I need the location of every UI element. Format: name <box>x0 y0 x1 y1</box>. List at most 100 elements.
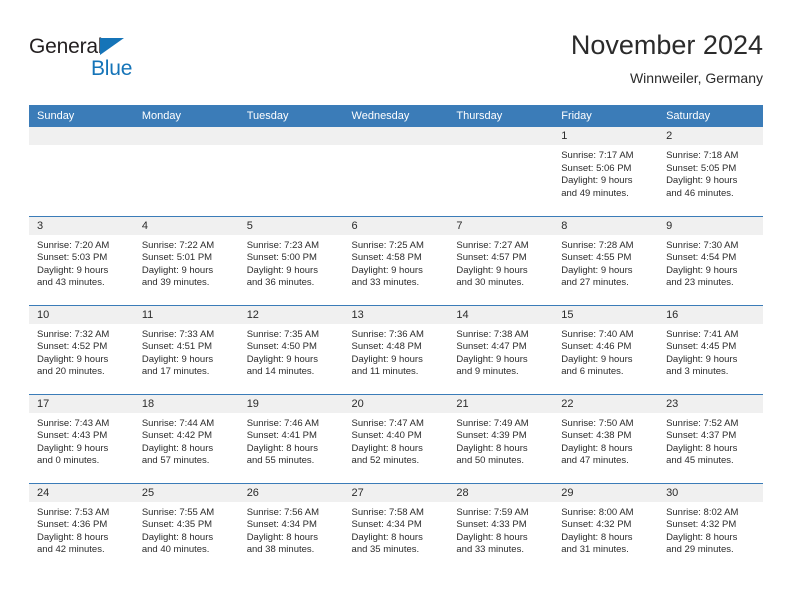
sunset-text: Sunset: 4:48 PM <box>351 341 422 353</box>
calendar-day-cell[interactable]: 17 Sunrise: 7:43 AM Sunset: 4:43 PM Dayligh… <box>29 393 134 483</box>
calendar-day-cell[interactable]: 7 Sunrise: 7:27 AM Sunset: 4:57 PM Daylight… <box>448 215 554 305</box>
sunset-text: Sunset: 4:47 PM <box>456 341 527 353</box>
calendar-day-cell[interactable]: 22 Sunrise: 7:50 AM Sunset: 4:38 PM Dayligh… <box>553 393 659 483</box>
calendar-day-cell[interactable]: 24 Sunrise: 7:53 AM Sunset: 4:36 PM Dayligh… <box>29 482 134 572</box>
daylight-text: Daylight: 8 hours <box>666 531 738 543</box>
calendar-week-row: 10 Sunrise: 7:32 AM Sunset: 4:52 PM Dayligh… <box>29 304 763 394</box>
sunrise-text: Sunrise: 8:00 AM <box>561 506 634 518</box>
sunrise-text: Sunrise: 7:46 AM <box>246 417 320 429</box>
calendar-day-cell[interactable]: 19 Sunrise: 7:46 AM Sunset: 4:41 PM Dayligh… <box>238 393 344 483</box>
calendar-day-cell[interactable]: 2 Sunrise: 7:18 AM Sunset: 5:05 PM Daylight… <box>658 127 763 216</box>
calendar-day-cell[interactable]: 27 Sunrise: 7:58 AM Sunset: 4:34 PM Dayligh… <box>343 482 449 572</box>
calendar-day-cell[interactable]: 23 Sunrise: 7:52 AM Sunset: 4:37 PM Dayligh… <box>658 393 763 483</box>
calendar-day-cell[interactable]: 6 Sunrise: 7:25 AM Sunset: 4:58 PM Daylight… <box>343 215 449 305</box>
calendar-day-cell[interactable]: 28 Sunrise: 7:59 AM Sunset: 4:33 PM Dayligh… <box>448 482 554 572</box>
calendar-day-cell[interactable]: 9 Sunrise: 7:30 AM Sunset: 4:54 PM Daylight… <box>658 215 763 305</box>
sunrise-text: Sunrise: 7:58 AM <box>351 506 424 518</box>
weekday-header-monday: Monday <box>133 105 239 127</box>
sunrise-text: Sunrise: 7:43 AM <box>37 417 110 429</box>
day-number: 29 <box>553 483 659 502</box>
calendar-day-cell[interactable]: 14 Sunrise: 7:38 AM Sunset: 4:47 PM Dayligh… <box>448 304 554 394</box>
calendar-day-cell[interactable]: 11 Sunrise: 7:33 AM Sunset: 4:51 PM Dayligh… <box>133 304 239 394</box>
calendar-day-cell[interactable]: 30 Sunrise: 8:02 AM Sunset: 4:32 PM Dayligh… <box>658 482 763 572</box>
day-details: Sunrise: 7:35 AM Sunset: 4:50 PM Daylight:… <box>239 324 344 379</box>
sunset-text: Sunset: 4:34 PM <box>246 519 317 531</box>
calendar-body: 1 Sunrise: 7:17 AM Sunset: 5:06 PM Daylight… <box>29 127 763 572</box>
daylight-text: and 39 minutes. <box>141 277 210 289</box>
page-title: November 2024 <box>570 30 763 60</box>
calendar-day-cell[interactable]: 10 Sunrise: 7:32 AM Sunset: 4:52 PM Dayligh… <box>29 304 134 394</box>
day-details: Sunrise: 7:58 AM Sunset: 4:34 PM Daylight:… <box>344 502 449 557</box>
daylight-text: Daylight: 9 hours <box>351 264 423 276</box>
sunset-text: Sunset: 4:55 PM <box>561 252 632 264</box>
daylight-text: Daylight: 9 hours <box>37 442 109 454</box>
blue-triangle-icon <box>100 38 125 55</box>
day-details: Sunrise: 7:18 AM Sunset: 5:05 PM Daylight:… <box>658 145 763 200</box>
weekday-header-saturday: Saturday <box>658 105 763 127</box>
sunrise-text: Sunrise: 7:32 AM <box>37 328 110 340</box>
generalblue-logo[interactable]: General Blue <box>29 36 259 92</box>
calendar-day-cell[interactable]: 12 Sunrise: 7:35 AM Sunset: 4:50 PM Dayligh… <box>238 304 344 394</box>
daylight-text: Daylight: 9 hours <box>666 175 738 187</box>
calendar-day-cell[interactable]: 29 Sunrise: 8:00 AM Sunset: 4:32 PM Dayligh… <box>553 482 659 572</box>
sunset-text: Sunset: 4:33 PM <box>456 519 527 531</box>
day-details: Sunrise: 7:46 AM Sunset: 4:41 PM Daylight:… <box>239 413 344 468</box>
day-number: 4 <box>133 216 239 235</box>
calendar-cell-empty <box>29 127 134 216</box>
day-number: 11 <box>133 305 239 324</box>
day-details: Sunrise: 7:38 AM Sunset: 4:47 PM Daylight:… <box>448 324 553 379</box>
day-number: 2 <box>658 127 763 145</box>
daylight-text: Daylight: 8 hours <box>246 442 318 454</box>
sunrise-text: Sunrise: 7:47 AM <box>351 417 424 429</box>
day-number: 27 <box>343 483 449 502</box>
calendar-day-cell[interactable]: 3 Sunrise: 7:20 AM Sunset: 5:03 PM Daylight… <box>29 215 134 305</box>
daylight-text: and 23 minutes. <box>666 277 734 289</box>
day-number <box>29 127 134 145</box>
daylight-text: Daylight: 8 hours <box>561 531 633 543</box>
calendar-day-cell[interactable]: 8 Sunrise: 7:28 AM Sunset: 4:55 PM Daylight… <box>553 215 659 305</box>
sunrise-text: Sunrise: 7:36 AM <box>351 328 424 340</box>
daylight-text: and 36 minutes. <box>246 277 315 289</box>
daylight-text: and 6 minutes. <box>561 366 624 378</box>
daylight-text: Daylight: 9 hours <box>561 264 633 276</box>
calendar-day-cell[interactable]: 25 Sunrise: 7:55 AM Sunset: 4:35 PM Dayligh… <box>133 482 239 572</box>
sunset-text: Sunset: 4:52 PM <box>37 341 108 353</box>
daylight-text: Daylight: 9 hours <box>561 353 633 365</box>
day-number: 20 <box>343 394 449 413</box>
calendar-day-cell[interactable]: 5 Sunrise: 7:23 AM Sunset: 5:00 PM Daylight… <box>238 215 344 305</box>
sunset-text: Sunset: 4:40 PM <box>351 430 422 442</box>
calendar-day-cell[interactable]: 1 Sunrise: 7:17 AM Sunset: 5:06 PM Daylight… <box>553 127 659 216</box>
sunset-text: Sunset: 4:45 PM <box>666 341 737 353</box>
daylight-text: Daylight: 9 hours <box>456 264 528 276</box>
daylight-text: Daylight: 8 hours <box>351 531 423 543</box>
sunset-text: Sunset: 5:01 PM <box>141 252 213 264</box>
calendar-day-cell[interactable]: 20 Sunrise: 7:47 AM Sunset: 4:40 PM Dayligh… <box>343 393 449 483</box>
calendar-day-cell[interactable]: 21 Sunrise: 7:49 AM Sunset: 4:39 PM Dayligh… <box>448 393 554 483</box>
calendar-day-cell[interactable]: 15 Sunrise: 7:40 AM Sunset: 4:46 PM Dayligh… <box>553 304 659 394</box>
daylight-text: Daylight: 9 hours <box>37 264 109 276</box>
day-number: 22 <box>553 394 659 413</box>
daylight-text: Daylight: 8 hours <box>37 531 109 543</box>
sunrise-text: Sunrise: 7:18 AM <box>666 150 739 161</box>
calendar-week-row: 1 Sunrise: 7:17 AM Sunset: 5:06 PM Daylight… <box>29 127 763 216</box>
weekday-header-friday: Friday <box>553 105 659 127</box>
day-number: 14 <box>448 305 554 324</box>
calendar-day-cell[interactable]: 18 Sunrise: 7:44 AM Sunset: 4:42 PM Dayligh… <box>133 393 239 483</box>
calendar-day-cell[interactable]: 4 Sunrise: 7:22 AM Sunset: 5:01 PM Daylight… <box>133 215 239 305</box>
sunset-text: Sunset: 4:43 PM <box>37 430 108 442</box>
weekday-header-thursday: Thursday <box>448 105 554 127</box>
daylight-text: and 9 minutes. <box>456 366 519 378</box>
day-details: Sunrise: 7:55 AM Sunset: 4:35 PM Daylight:… <box>134 502 239 557</box>
calendar-day-cell[interactable]: 13 Sunrise: 7:36 AM Sunset: 4:48 PM Dayligh… <box>343 304 449 394</box>
calendar-day-cell[interactable]: 16 Sunrise: 7:41 AM Sunset: 4:45 PM Dayligh… <box>658 304 763 394</box>
sunset-text: Sunset: 4:54 PM <box>666 252 737 264</box>
weekday-header-sunday: Sunday <box>29 105 134 127</box>
day-details: Sunrise: 7:43 AM Sunset: 4:43 PM Daylight:… <box>29 413 134 468</box>
daylight-text: Daylight: 8 hours <box>456 531 528 543</box>
calendar-day-cell[interactable]: 26 Sunrise: 7:56 AM Sunset: 4:34 PM Dayligh… <box>238 482 344 572</box>
daylight-text: and 35 minutes. <box>351 544 420 556</box>
day-number: 3 <box>29 216 134 235</box>
day-details: Sunrise: 7:52 AM Sunset: 4:37 PM Daylight:… <box>658 413 763 468</box>
sunrise-text: Sunrise: 7:52 AM <box>666 417 739 429</box>
daylight-text: and 49 minutes. <box>561 187 629 199</box>
